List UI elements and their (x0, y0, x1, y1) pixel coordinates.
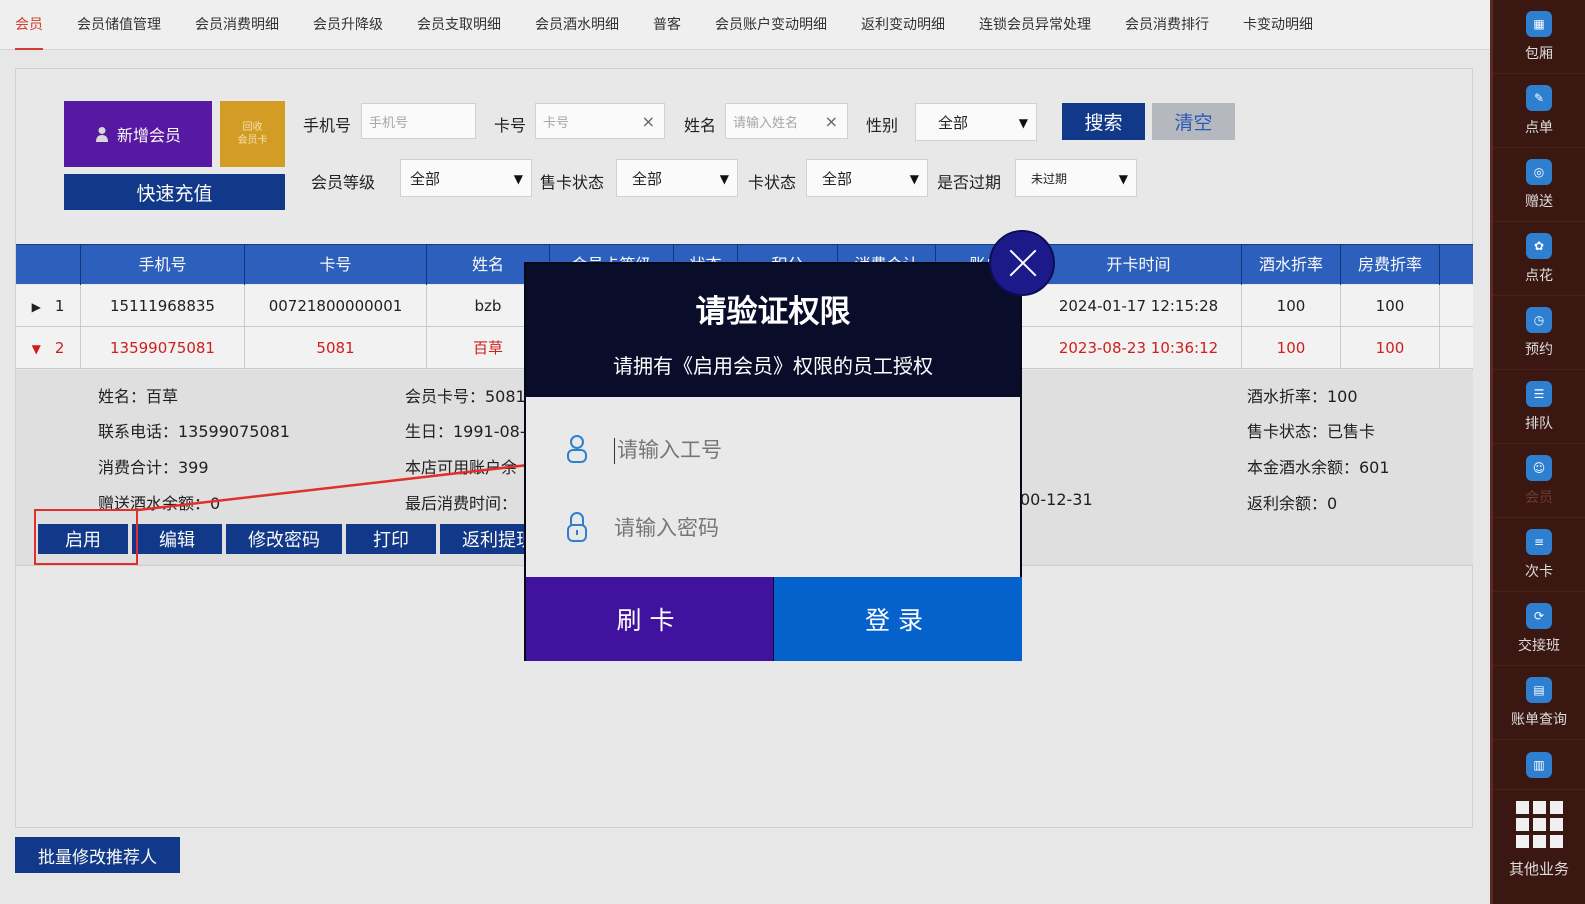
sidebar-item-shift[interactable]: ⟳ 交接班 (1493, 592, 1585, 666)
sidebar-item-label: 预约 (1525, 341, 1553, 358)
employee-id-field: 请输入工号 (614, 434, 722, 464)
sidebar-item-label: 包厢 (1525, 45, 1553, 62)
grid-icon (1515, 801, 1563, 848)
lock-icon (567, 512, 587, 542)
member-icon: ☺ (1526, 454, 1552, 481)
employee-id-input[interactable]: 请输入工号 (566, 429, 986, 469)
right-sidebar: ▦ 包厢 ✎ 点单 ◎ 赠送 ✿ 点花 ◷ 预约 ☰ 排队 ☺ 会员 ≡ 次卡 ⟳ 交接班 ▤ 账单… (1490, 0, 1585, 904)
shift-icon: ⟳ (1526, 602, 1552, 629)
auth-modal: 请验证权限 请拥有《启用会员》权限的员工授权 请输入工号 请输入密码 刷卡 登录 (524, 262, 1022, 661)
text-caret (614, 438, 615, 464)
report-icon: ▥ (1526, 752, 1552, 778)
sidebar-item-member[interactable]: ☺ 会员 (1493, 444, 1585, 518)
password-input[interactable]: 请输入密码 (566, 507, 986, 547)
modal-title: 请验证权限 (695, 294, 851, 330)
sidebar-item-label: 会员 (1525, 489, 1553, 506)
box-icon: ▦ (1526, 10, 1552, 37)
sidebar-item-label: 赠送 (1525, 193, 1553, 210)
employee-id-placeholder: 请输入工号 (617, 438, 722, 462)
modal-form: 请输入工号 请输入密码 (526, 397, 1020, 577)
sidebar-item-gift[interactable]: ◎ 赠送 (1493, 148, 1585, 222)
close-icon[interactable] (989, 230, 1055, 296)
count-card-icon: ≡ (1526, 528, 1552, 555)
sidebar-item-report[interactable]: ▥ (1493, 740, 1585, 790)
sidebar-item-reserve[interactable]: ◷ 预约 (1493, 296, 1585, 370)
sidebar-item-label: 排队 (1525, 415, 1553, 432)
login-button[interactable]: 登录 (774, 577, 1022, 661)
sidebar-item-label: 账单查询 (1511, 711, 1567, 728)
modal-subtitle: 请拥有《启用会员》权限的员工授权 (613, 354, 933, 378)
reserve-icon: ◷ (1526, 306, 1552, 333)
sidebar-item-flower[interactable]: ✿ 点花 (1493, 222, 1585, 296)
order-icon: ✎ (1526, 84, 1552, 111)
sidebar-item-queue[interactable]: ☰ 排队 (1493, 370, 1585, 444)
more-services-label: 其他业务 (1508, 860, 1569, 878)
sidebar-item-label: 点单 (1525, 119, 1553, 136)
bill-icon: ▤ (1526, 676, 1552, 703)
sidebar-item-count-card[interactable]: ≡ 次卡 (1493, 518, 1585, 592)
sidebar-item-label: 交接班 (1518, 637, 1560, 654)
password-placeholder: 请输入密码 (614, 516, 719, 540)
user-outline-icon (567, 435, 587, 463)
gift-icon: ◎ (1526, 158, 1552, 185)
sidebar-item-label: 点花 (1525, 267, 1553, 284)
swipe-card-button[interactable]: 刷卡 (526, 577, 773, 661)
sidebar-item-order[interactable]: ✎ 点单 (1493, 74, 1585, 148)
flower-icon: ✿ (1526, 232, 1552, 259)
queue-icon: ☰ (1526, 380, 1552, 407)
more-services-button[interactable]: 其他业务 (1493, 790, 1585, 890)
sidebar-item-box[interactable]: ▦ 包厢 (1493, 0, 1585, 74)
sidebar-item-bill[interactable]: ▤ 账单查询 (1493, 666, 1585, 740)
sidebar-item-label: 次卡 (1525, 563, 1553, 580)
